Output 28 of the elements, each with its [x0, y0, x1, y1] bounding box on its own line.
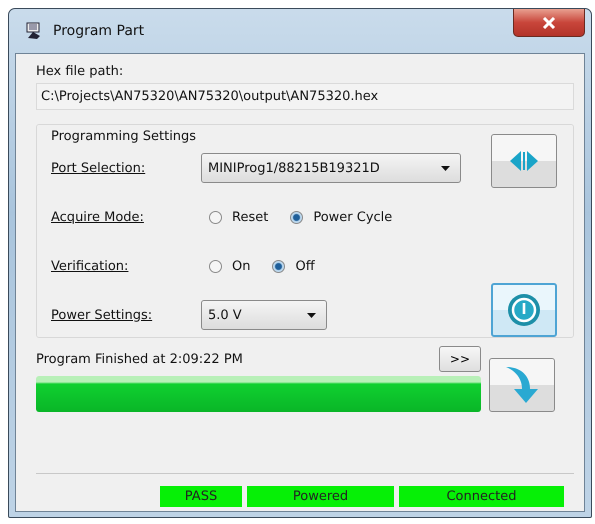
radio-option[interactable]: Reset [209, 210, 268, 224]
caret-icon [307, 312, 316, 318]
connect-button[interactable] [491, 134, 557, 188]
power-dropdown[interactable]: 5.0 V [201, 300, 327, 330]
close-button[interactable] [513, 9, 585, 37]
radio-option[interactable]: On [209, 258, 250, 274]
status-indicator: Powered [247, 486, 394, 507]
power-icon [507, 293, 541, 327]
caret-icon [441, 166, 450, 170]
program-button[interactable] [489, 358, 555, 412]
arrows-icon [509, 150, 539, 172]
verification-label: Verification: [51, 258, 130, 274]
radio-option[interactable]: Power Cycle [290, 210, 392, 224]
power-settings-label: Power Settings: [51, 308, 154, 322]
hex-file-label: Hex file path: [36, 64, 124, 79]
port-selection-label: Port Selection: [51, 160, 146, 176]
hex-path-field[interactable]: C:\Projects\AN75320\AN75320\output\AN75320.hex [36, 83, 574, 110]
power-button[interactable] [491, 283, 557, 337]
progress-status: Program Finished at 2:09:22 PM [36, 352, 243, 366]
close-icon [542, 16, 556, 28]
status-indicator: Connected [399, 486, 564, 507]
window-title: Program Part [53, 23, 144, 39]
group-title: Programming Settings [51, 129, 198, 144]
status-indicator: PASS [160, 486, 242, 507]
radio-option[interactable]: Off [272, 258, 315, 274]
expand-button[interactable]: >> [438, 346, 481, 372]
acquire-mode-label: Acquire Mode: [51, 210, 145, 224]
port-dropdown[interactable]: MINIProg1/88215B19321D [201, 153, 461, 183]
